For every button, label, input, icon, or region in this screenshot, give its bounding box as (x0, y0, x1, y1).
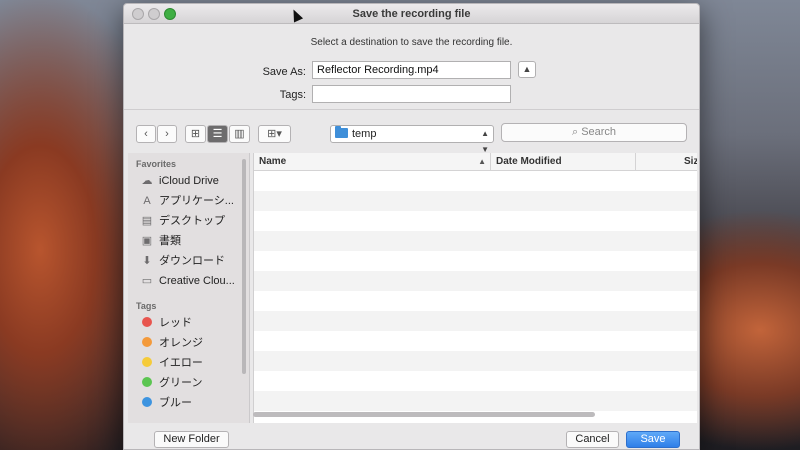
current-folder-label: temp (352, 128, 377, 140)
sidebar-item-desktop[interactable]: ▤ デスクトップ (128, 211, 249, 231)
desktop-icon: ▤ (141, 215, 153, 227)
sidebar-item-applications[interactable]: A アプリケーシ... (128, 191, 249, 211)
chevron-left-icon: ‹ (144, 128, 148, 140)
sidebar-tag-green[interactable]: グリーン (128, 373, 249, 393)
download-icon: ⬇ (142, 255, 152, 267)
sidebar-item-documents[interactable]: ▣ 書類 (128, 231, 249, 251)
new-folder-button[interactable]: New Folder (154, 431, 229, 448)
list-icon: ☰ (212, 128, 223, 140)
column-header: Name ▲ Date Modified Siz (254, 153, 697, 171)
documents-icon: ▣ (141, 235, 153, 247)
search-field[interactable]: ⌕ Search (501, 123, 687, 142)
arrange-icon: ⊞▾ (267, 128, 282, 140)
chevron-up-icon: ▲ (522, 64, 532, 74)
sidebar-item-icloud-drive[interactable]: ☁ iCloud Drive (128, 171, 249, 191)
green-tag-dot-icon (142, 377, 152, 387)
yellow-tag-dot-icon (142, 357, 152, 367)
folder-popup[interactable]: temp ▲ ▼ (330, 125, 494, 154)
tags-label: Tags: (279, 89, 306, 101)
save-as-field[interactable] (312, 61, 511, 79)
folder-icon (335, 126, 348, 138)
file-list: Name ▲ Date Modified Siz (253, 153, 697, 423)
back-button[interactable]: ‹ (136, 125, 156, 143)
sort-ascending-icon: ▲ (478, 157, 486, 166)
applications-icon: A (143, 195, 151, 207)
save-as-label: Save As: (262, 66, 306, 78)
expand-dialog-button[interactable]: ▲ (518, 61, 536, 78)
dialog-title: Save the recording file (352, 8, 471, 20)
sidebar-tag-yellow[interactable]: イエロー (128, 353, 249, 373)
save-button[interactable]: Save (626, 431, 680, 448)
sidebar-item-creative-cloud[interactable]: ▭ Creative Clou... (128, 271, 249, 291)
columns-icon: ▥ (234, 128, 245, 140)
cancel-button[interactable]: Cancel (566, 431, 619, 448)
horizontal-scrollbar[interactable] (253, 412, 595, 417)
sidebar-tag-orange[interactable]: オレンジ (128, 333, 249, 353)
sidebar-scrollbar[interactable] (242, 159, 246, 374)
title-bar: Save the recording file (124, 4, 699, 24)
sidebar-tag-blue[interactable]: ブルー (128, 393, 249, 413)
dialog-message: Select a destination to save the recordi… (310, 37, 513, 48)
file-rows (254, 171, 697, 413)
icon-view-button[interactable]: ⊞ (185, 125, 206, 143)
sidebar: Favorites ☁ iCloud Drive A アプリケーシ... ▤ デスクト… (128, 153, 250, 423)
column-size[interactable]: Siz (636, 153, 697, 171)
folder-icon: ▭ (141, 275, 153, 287)
divider (124, 109, 699, 110)
tags-header: Tags (136, 301, 157, 311)
orange-tag-dot-icon (142, 337, 152, 347)
list-view-button[interactable]: ☰ (207, 125, 228, 143)
grid-icon: ⊞ (190, 128, 201, 140)
arrange-button[interactable]: ⊞▾ (258, 125, 291, 143)
forward-button[interactable]: › (157, 125, 177, 143)
sidebar-item-downloads[interactable]: ⬇ ダウンロード (128, 251, 249, 271)
sidebar-tag-red[interactable]: レッド (128, 313, 249, 333)
column-view-button[interactable]: ▥ (229, 125, 250, 143)
red-tag-dot-icon (142, 317, 152, 327)
favorites-header: Favorites (136, 159, 177, 169)
cloud-icon: ☁ (141, 175, 153, 187)
column-date-modified[interactable]: Date Modified (491, 153, 636, 171)
tags-field[interactable] (312, 85, 511, 103)
column-name[interactable]: Name ▲ (254, 153, 491, 171)
chevron-right-icon: › (165, 128, 169, 140)
search-placeholder: Search (581, 126, 617, 138)
blue-tag-dot-icon (142, 397, 152, 407)
search-icon: ⌕ (571, 126, 579, 138)
save-dialog: Save the recording file Select a destina… (123, 3, 700, 450)
